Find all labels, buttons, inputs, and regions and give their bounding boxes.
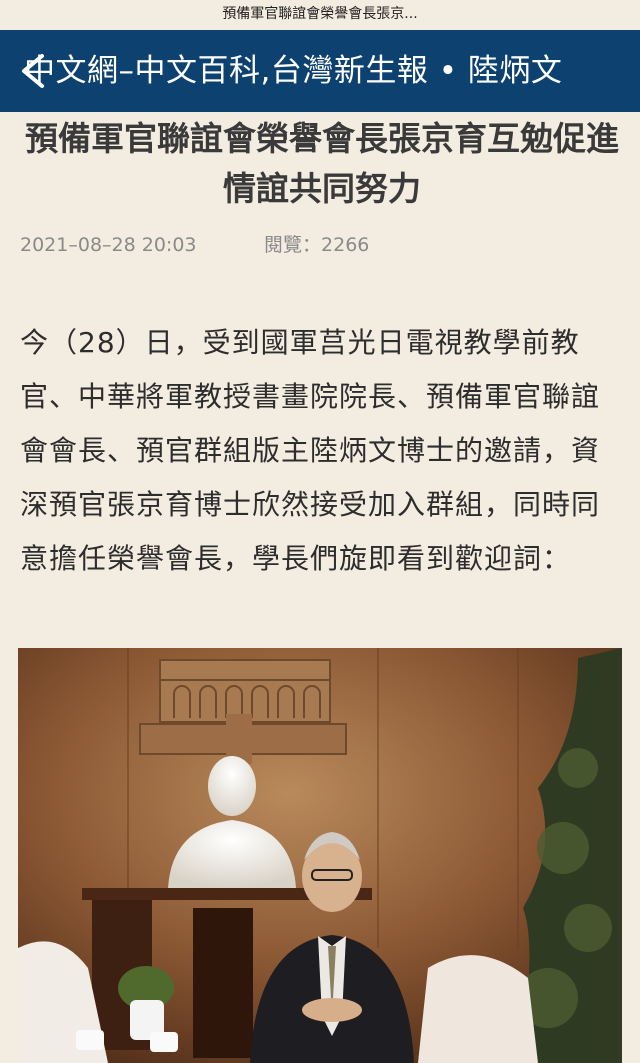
views-label: 閱覽： [264,234,322,256]
back-arrow-icon[interactable] [18,52,48,90]
status-title-bar: 預備軍官聯誼會榮譽會長張京... [0,0,640,30]
photo-illustration [18,648,622,1063]
article-meta: 2021–08–28 20:03 閱覽：2266 [20,230,620,260]
article-photo[interactable] [18,648,622,1063]
status-title: 預備軍官聯誼會榮譽會長張京... [222,6,418,22]
nav-title: 中文網–中文百科,台灣新生報 • 陸炳文 [24,53,563,89]
view-count: 閱覽：2266 [264,230,369,260]
publish-date: 2021–08–28 20:03 [20,234,197,256]
views-number: 2266 [321,234,370,256]
nav-header: 中文網–中文百科,台灣新生報 • 陸炳文 [0,30,640,112]
article-paragraph: 今（28）日，受到國軍莒光日電視教學前教官、中華將軍教授書畫院院長、預備軍官聯誼… [20,326,601,575]
article-headline: 預備軍官聯誼會榮譽會長張京育互勉促進情誼共同努力 [25,119,619,208]
